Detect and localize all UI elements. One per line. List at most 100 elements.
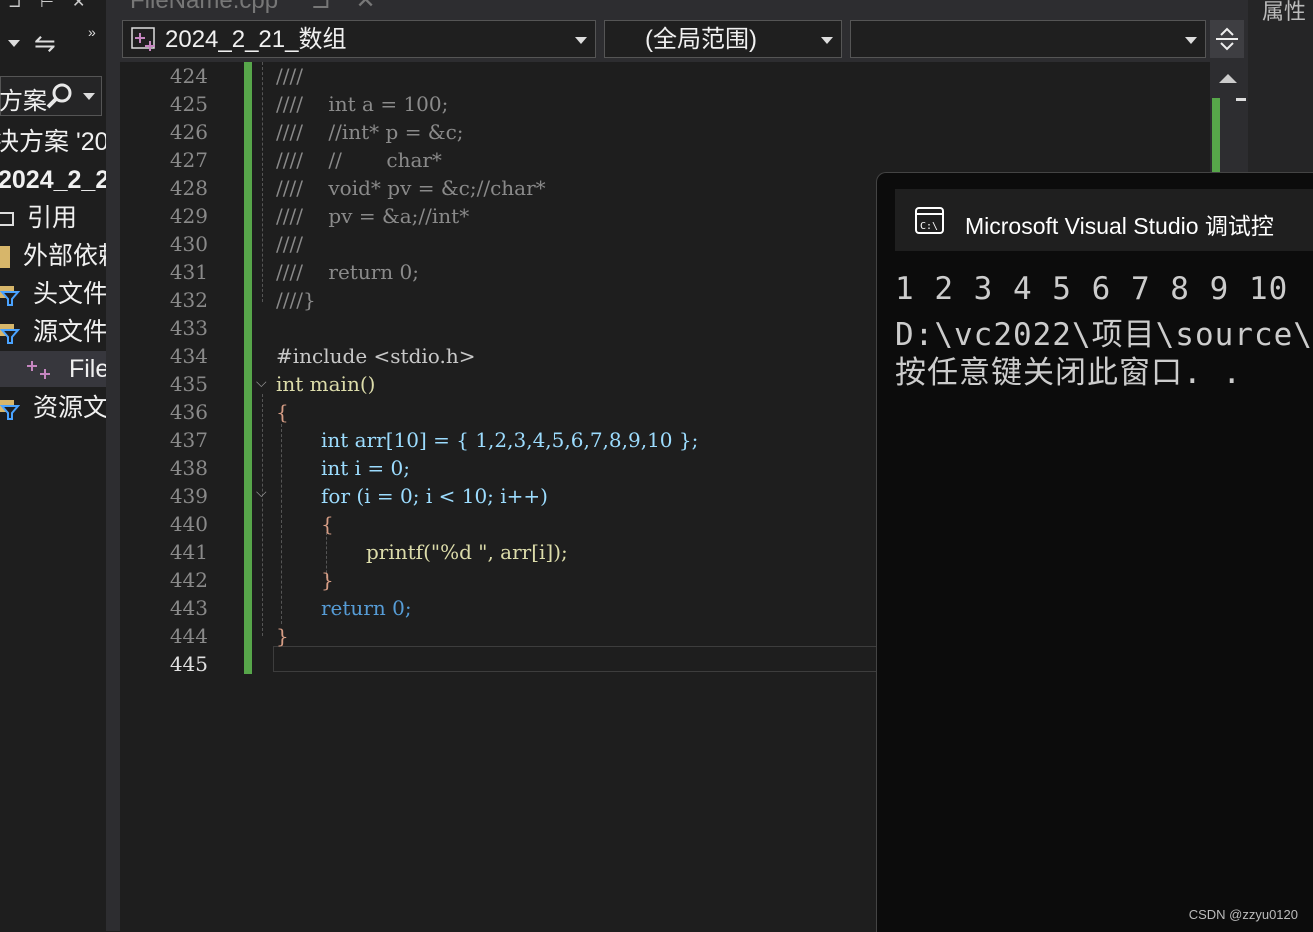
search-icon[interactable] bbox=[45, 82, 73, 110]
line-number: 427 bbox=[169, 148, 208, 172]
console-title-bar[interactable]: C:\ Microsoft Visual Studio 调试控 bbox=[895, 189, 1313, 251]
project-dropdown-value: 2024_2_21_数组 bbox=[165, 26, 347, 53]
code-line: { bbox=[321, 512, 334, 536]
tree-item-label: 2024_2_2 bbox=[0, 166, 107, 194]
scroll-change-marker bbox=[1212, 98, 1220, 174]
line-number: 436 bbox=[169, 400, 208, 424]
filter-folder-icon bbox=[0, 324, 20, 345]
split-icon[interactable]: ⊢ bbox=[40, 0, 54, 12]
project-dropdown[interactable]: 2024_2_21_数组 bbox=[122, 20, 596, 58]
overflow-chevron-icon[interactable]: » bbox=[88, 24, 96, 40]
line-number: 438 bbox=[169, 456, 208, 480]
tab-label: FileName.cpp bbox=[130, 0, 279, 14]
chevron-down-icon bbox=[575, 37, 587, 44]
tab-close-icon[interactable]: ✕ bbox=[356, 0, 376, 14]
code-line: //// // char* bbox=[276, 148, 442, 172]
code-line: } bbox=[321, 568, 334, 592]
search-options-icon[interactable] bbox=[83, 93, 95, 100]
explorer-toolbar: ⇋ » bbox=[0, 24, 106, 62]
line-number: 430 bbox=[169, 232, 208, 256]
outline-guide bbox=[262, 62, 264, 302]
code-line: //// int a = 100; bbox=[276, 92, 449, 116]
collapse-chevron-icon[interactable]: ⌵ bbox=[256, 484, 267, 501]
code-line: //// pv = &a;//int* bbox=[276, 204, 470, 228]
watermark: CSDN @zzyu0120 bbox=[1188, 907, 1298, 922]
console-output-line: 1 2 3 4 5 6 7 8 9 10 bbox=[895, 271, 1289, 307]
tree-references[interactable]: 引用 bbox=[0, 200, 77, 236]
tab-filename-cpp[interactable]: FileName.cpp ⊐ ✕ bbox=[130, 0, 376, 14]
tree-item-label: 外部依赖 bbox=[22, 242, 106, 270]
tree-item-label: 头文件 bbox=[32, 280, 107, 308]
tree-item-label: 引用 bbox=[26, 204, 77, 232]
navigation-bar: 2024_2_21_数组 (全局范围) bbox=[120, 14, 1248, 62]
tree-item-label: 资源文件 bbox=[32, 394, 107, 422]
code-line: return 0; bbox=[321, 596, 412, 620]
code-line: int main() bbox=[276, 372, 376, 396]
scroll-up-arrow-icon[interactable] bbox=[1219, 74, 1237, 83]
line-number: 439 bbox=[169, 484, 208, 508]
code-line: printf("%d ", arr[i]); bbox=[366, 540, 568, 564]
explorer-search-box[interactable]: 方案 bbox=[0, 76, 102, 116]
line-number: 440 bbox=[169, 512, 208, 536]
chevron-down-icon bbox=[821, 37, 833, 44]
console-app-icon: C:\ bbox=[915, 207, 944, 234]
outline-guide bbox=[262, 394, 264, 636]
tree-project[interactable]: 2024_2_2 bbox=[0, 162, 107, 198]
split-icon bbox=[1216, 27, 1238, 51]
dropdown-arrow-icon[interactable] bbox=[8, 40, 20, 47]
tree-file-cpp[interactable]: File bbox=[0, 351, 106, 387]
console-title: Microsoft Visual Studio 调试控 bbox=[965, 213, 1274, 239]
pin-icon[interactable]: ⊐ bbox=[8, 0, 21, 12]
tab-pin-icon[interactable]: ⊐ bbox=[311, 0, 331, 14]
line-number: 443 bbox=[169, 596, 208, 620]
tree-item-label: 决方案 '202 bbox=[0, 128, 106, 156]
sync-with-document-icon[interactable]: ⇋ bbox=[34, 28, 56, 59]
folder-icon bbox=[0, 246, 10, 269]
line-number: 432 bbox=[169, 288, 208, 312]
collapse-chevron-icon[interactable]: ⌵ bbox=[256, 374, 267, 391]
filter-folder-icon bbox=[0, 400, 20, 421]
line-number: 428 bbox=[169, 176, 208, 200]
line-number: 444 bbox=[169, 624, 208, 648]
scope-dropdown[interactable]: (全局范围) bbox=[604, 20, 842, 58]
code-line: //// return 0; bbox=[276, 260, 419, 284]
line-number: 426 bbox=[169, 120, 208, 144]
tree-source-files[interactable]: 源文件 bbox=[0, 314, 107, 350]
search-text: 方案 bbox=[0, 88, 47, 115]
properties-tab-label[interactable]: 属性 bbox=[1262, 0, 1306, 26]
line-number: 445 bbox=[169, 652, 208, 676]
tree-item-label: File bbox=[68, 355, 107, 383]
line-number: 435 bbox=[169, 372, 208, 396]
line-number: 437 bbox=[169, 428, 208, 452]
filter-folder-icon bbox=[0, 286, 20, 307]
project-icon bbox=[131, 27, 155, 51]
outline-guide bbox=[281, 424, 283, 624]
code-line: //// //int* p = &c; bbox=[276, 120, 464, 144]
debug-console-window[interactable]: C:\ Microsoft Visual Studio 调试控 1 2 3 4 … bbox=[876, 172, 1313, 932]
line-number: 424 bbox=[169, 64, 208, 88]
chevron-down-icon bbox=[1185, 37, 1197, 44]
line-number: 431 bbox=[169, 260, 208, 284]
references-icon bbox=[0, 212, 14, 227]
code-line: { bbox=[276, 400, 289, 424]
tree-item-label: 源文件 bbox=[32, 318, 107, 346]
svg-text:C:\: C:\ bbox=[920, 221, 938, 232]
split-editor-button[interactable] bbox=[1210, 20, 1244, 58]
code-line: int arr[10] = { 1,2,3,4,5,6,7,8,9,10 }; bbox=[321, 428, 699, 452]
tree-external-deps[interactable]: 外部依赖 bbox=[0, 238, 106, 274]
code-line: //// bbox=[276, 64, 303, 88]
code-line: for (i = 0; i < 10; i++) bbox=[321, 484, 548, 508]
document-tab-bar: FileName.cpp ⊐ ✕ bbox=[120, 0, 1248, 14]
line-number: 429 bbox=[169, 204, 208, 228]
line-number: 434 bbox=[169, 344, 208, 368]
close-icon[interactable]: ✕ bbox=[72, 0, 85, 12]
code-line: ////} bbox=[276, 288, 316, 312]
line-number: 425 bbox=[169, 92, 208, 116]
member-dropdown[interactable] bbox=[850, 20, 1206, 58]
tree-solution[interactable]: 决方案 '202 bbox=[0, 124, 106, 160]
explorer-top-toolbar: ⊐ ⊢ ✕ bbox=[0, 0, 106, 14]
code-line: #include <stdio.h> bbox=[276, 344, 476, 368]
tree-resource-files[interactable]: 资源文件 bbox=[0, 390, 107, 426]
panel-splitter[interactable] bbox=[106, 0, 120, 931]
tree-header-files[interactable]: 头文件 bbox=[0, 276, 107, 312]
